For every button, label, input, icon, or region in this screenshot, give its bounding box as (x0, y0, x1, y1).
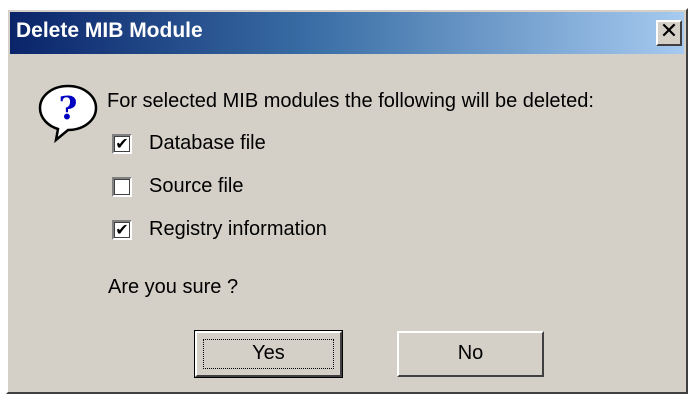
no-button[interactable]: No (397, 331, 544, 377)
close-icon: ✕ (659, 19, 679, 44)
focus-rect (203, 339, 334, 369)
svg-text:?: ? (59, 89, 78, 127)
checkbox-label: Database file (149, 132, 266, 154)
delete-mib-dialog: Delete MIB Module ✕ ? For selected MIB m… (6, 8, 688, 394)
no-button-label: No (457, 342, 484, 364)
checkbox-box[interactable] (112, 177, 132, 197)
checkbox-label: Registry information (149, 218, 327, 240)
confirm-question: Are you sure ? (108, 276, 239, 298)
dialog-title: Delete MIB Module (16, 19, 203, 42)
checkbox-box[interactable]: ✔ (112, 134, 132, 154)
title-bar[interactable]: Delete MIB Module ✕ (10, 12, 684, 54)
close-button[interactable]: ✕ (656, 20, 682, 46)
question-mark-icon: ? (38, 84, 98, 144)
yes-button[interactable]: Yes (194, 330, 343, 378)
checkbox-label: Source file (149, 175, 244, 197)
checkbox-box[interactable]: ✔ (112, 220, 132, 240)
dialog-message: For selected MIB modules the following w… (107, 90, 594, 112)
